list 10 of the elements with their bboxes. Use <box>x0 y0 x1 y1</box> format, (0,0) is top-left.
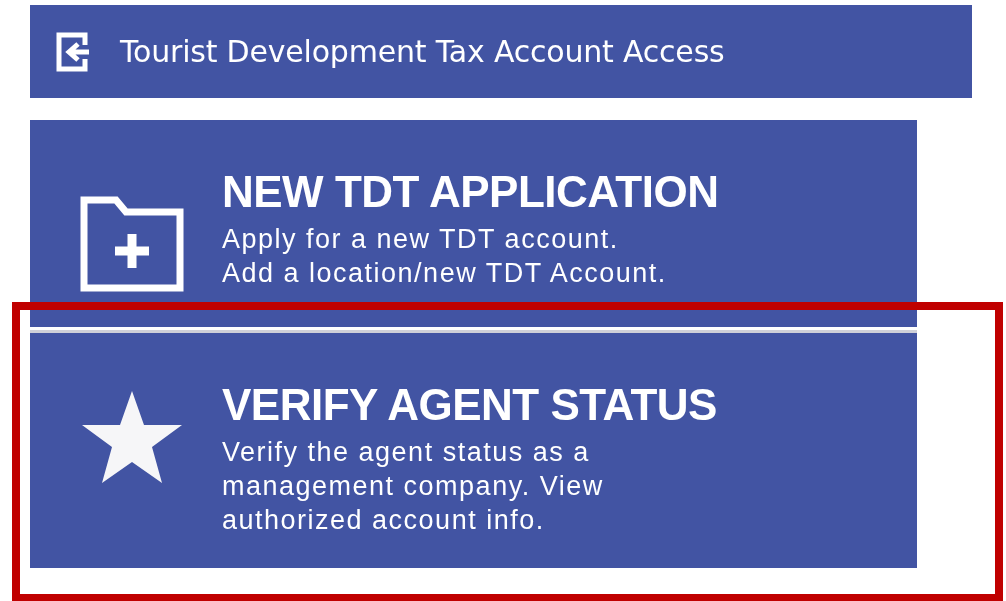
card-description: Apply for a new TDT account. Add a location/new TDT Account. <box>222 223 668 290</box>
card-description: Verify the agent status as a management company. View authorized account info. <box>222 436 605 537</box>
card-title: NEW TDT APPLICATION <box>222 168 719 216</box>
folder-plus-icon <box>80 196 184 292</box>
star-icon <box>80 389 184 485</box>
header-title: Tourist Development Tax Account Access <box>120 34 725 69</box>
menu-card[interactable]: VERIFY AGENT STATUS Verify the agent status as a management company. View authorized account info. <box>30 330 917 568</box>
card-title: VERIFY AGENT STATUS <box>222 381 717 429</box>
menu-card[interactable]: NEW TDT APPLICATION Apply for a new TDT account. Add a location/new TDT Account. <box>30 120 917 327</box>
sign-in-icon <box>55 31 91 72</box>
